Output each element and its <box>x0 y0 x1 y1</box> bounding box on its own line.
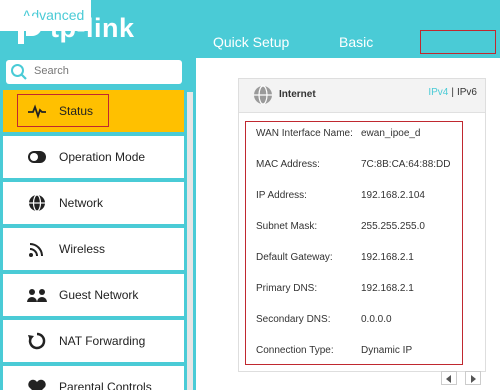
internet-card-header: Internet IPv4 | IPv6 <box>239 79 485 113</box>
toggle-icon <box>28 151 46 163</box>
search-input[interactable]: Search <box>34 65 69 77</box>
sidebar-item-operation-mode[interactable]: Operation Mode <box>3 136 184 178</box>
sidebar-item-label: Wireless <box>59 242 106 256</box>
sidebar-item-label: NAT Forwarding <box>59 334 146 348</box>
nat-icon <box>28 332 46 350</box>
brand-name: tp-link <box>50 13 135 43</box>
internet-title: Internet <box>279 89 316 100</box>
sidebar-item-nat-forwarding[interactable]: NAT Forwarding <box>3 320 184 362</box>
heart-icon <box>28 379 46 390</box>
globe-icon <box>29 194 45 212</box>
search-box[interactable]: Search <box>6 60 182 84</box>
tab-ipv6[interactable]: IPv6 <box>457 87 477 98</box>
advanced-highlight-box <box>420 30 496 54</box>
sidebar-item-label: Operation Mode <box>59 150 146 164</box>
globe-icon <box>254 85 272 105</box>
wifi-icon <box>29 243 43 257</box>
status-highlight-box <box>17 94 109 127</box>
tab-quick-setup[interactable]: Quick Setup <box>213 34 289 50</box>
sidebar-item-parental-controls[interactable]: Parental Controls <box>3 366 184 390</box>
sidebar-item-label: Parental Controls <box>59 380 152 390</box>
users-icon <box>27 289 47 302</box>
next-page-button[interactable] <box>465 371 481 385</box>
chevron-left-icon <box>446 375 451 383</box>
tab-ipv4[interactable]: IPv4 <box>428 87 448 98</box>
tp-link-logo-icon <box>10 16 42 44</box>
sidebar-item-label: Guest Network <box>59 288 139 302</box>
search-icon <box>11 64 27 80</box>
sidebar-item-guest-network[interactable]: Guest Network <box>3 274 184 316</box>
prev-page-button[interactable] <box>441 371 457 385</box>
sidebar-item-label: Network <box>59 196 104 210</box>
sidebar-item-network[interactable]: Network <box>3 182 184 224</box>
tab-separator: | <box>451 87 454 98</box>
chevron-right-icon <box>471 375 476 383</box>
sidebar-scrollbar[interactable] <box>187 92 193 390</box>
tab-basic[interactable]: Basic <box>339 34 373 50</box>
sidebar-item-wireless[interactable]: Wireless <box>3 228 184 270</box>
ip-version-tabs: IPv4 | IPv6 <box>428 87 477 98</box>
details-highlight-box <box>245 121 463 365</box>
